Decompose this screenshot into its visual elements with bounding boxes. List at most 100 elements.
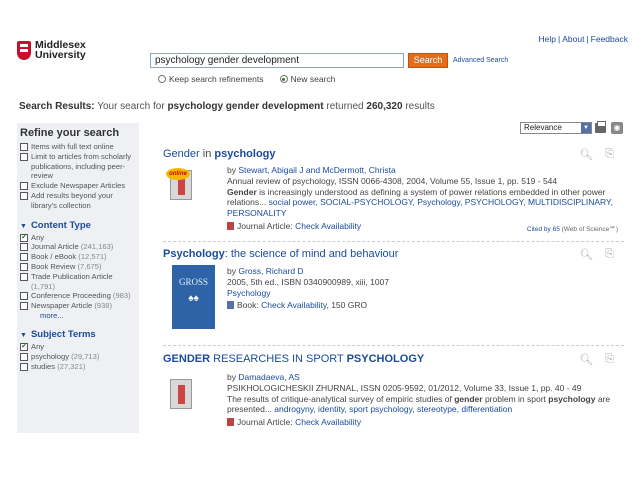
result-subjects[interactable]: androgyny, identity, sport psychology, s… (274, 404, 512, 414)
new-search-radio[interactable]: New search (279, 74, 335, 84)
save-item-icon[interactable]: ⎘ (605, 353, 614, 366)
journal-article-icon (227, 221, 234, 230)
checkbox-icon[interactable] (20, 253, 28, 262)
refine-label: Exclude Newspaper Articles (31, 181, 126, 191)
keep-refinements-radio[interactable]: Keep search refinements (158, 74, 264, 84)
subject-term-option[interactable]: psychology (29,713) (20, 352, 136, 362)
figures-icon: ♠♠ (188, 293, 199, 304)
article-thumbnail (170, 379, 192, 409)
rss-icon[interactable]: ◉ (611, 122, 623, 134)
checkbox-icon[interactable] (20, 191, 28, 200)
content-type-count: (241,163) (80, 242, 114, 252)
subject-term-option[interactable]: studies (27,321) (20, 362, 136, 372)
university-logo[interactable]: Middlesex University (17, 40, 86, 60)
checkbox-icon[interactable] (20, 152, 28, 161)
subject-terms-heading[interactable]: ▼ Subject Terms (20, 329, 136, 340)
logo-line2: University (35, 49, 86, 61)
content-type-option[interactable]: Trade Publication Article (1,791) (20, 272, 136, 292)
refine-option[interactable]: Exclude Newspaper Articles (20, 181, 136, 191)
refine-label: Items with full text online (31, 142, 114, 151)
content-type-label: Journal Article (31, 242, 79, 252)
online-badge: online (166, 168, 190, 180)
content-type-label: Book Review (31, 261, 76, 271)
checkbox-icon[interactable] (20, 243, 28, 252)
result-item: GENDER RESEARCHES IN SPORT PSYCHOLOGY 🔍︎… (163, 353, 624, 431)
checkbox-icon[interactable] (20, 272, 28, 281)
result-authors[interactable]: Stewart, Abigail J and McDermott, Christ… (238, 165, 395, 175)
result-title[interactable]: Gender in psychology (163, 148, 624, 160)
check-availability-link[interactable]: Check Availability (295, 417, 361, 427)
content-type-option[interactable]: Any (20, 232, 136, 243)
content-type-label: Newspaper Article (31, 301, 93, 311)
help-link[interactable]: Help (539, 34, 556, 44)
refine-label: Add results beyond your library's collec… (31, 190, 113, 210)
content-type-count: (1,791) (31, 281, 56, 291)
refine-option[interactable]: Items with full text online (20, 142, 136, 152)
content-type-heading[interactable]: ▼ Content Type (20, 220, 136, 231)
checkbox-icon[interactable] (20, 143, 28, 151)
search-input[interactable]: psychology gender development (150, 53, 404, 68)
subject-term-label: psychology (31, 351, 69, 361)
result-authors[interactable]: Gross, Richard D (238, 266, 303, 276)
refine-sidebar: Refine your search Items with full text … (17, 123, 139, 433)
advanced-search-link[interactable]: Advanced Search (453, 57, 508, 64)
result-source: PSIKHOLOGICHESKII ZHURNAL, ISSN 0205-959… (227, 382, 582, 393)
check-availability-link[interactable]: Check Availability (261, 300, 326, 310)
content-type-option[interactable]: Newspaper Article (938) (20, 301, 136, 311)
content-type-label: Conference Proceeding (31, 291, 111, 301)
checkbox-checked-icon[interactable] (20, 232, 28, 242)
subject-term-label: studies (31, 361, 56, 371)
sort-select[interactable]: Relevance ▼ (520, 122, 592, 134)
result-title[interactable]: GENDER RESEARCHES IN SPORT PSYCHOLOGY (163, 353, 624, 365)
checkbox-checked-icon[interactable] (20, 341, 28, 351)
subject-term-option[interactable]: Any (20, 341, 136, 352)
result-subject[interactable]: Psychology (227, 288, 619, 299)
checkbox-icon[interactable] (20, 262, 28, 271)
content-type-option[interactable]: Conference Proceeding (983) (20, 291, 136, 301)
content-type-count: (938) (94, 301, 113, 311)
result-title[interactable]: Psychology: the science of mind and beha… (163, 248, 624, 260)
about-link[interactable]: About (562, 34, 584, 44)
content-type-option[interactable]: Journal Article (241,163) (20, 242, 136, 252)
result-subjects[interactable]: social power, SOCIAL-PSYCHOLOGY, Psychol… (227, 197, 613, 218)
checkbox-icon[interactable] (20, 352, 28, 361)
checkbox-icon[interactable] (20, 302, 28, 311)
check-availability-link[interactable]: Check Availability (295, 221, 361, 231)
result-item: Psychology: the science of mind and beha… (163, 248, 624, 346)
checkbox-icon[interactable] (20, 292, 28, 301)
magnifier-icon[interactable]: 🔍︎ (579, 148, 593, 161)
search-mode-radios: Keep search refinements New search (158, 74, 335, 84)
print-icon[interactable] (595, 121, 606, 133)
save-item-icon[interactable]: ⎘ (605, 248, 614, 261)
chevron-down-icon: ▼ (581, 123, 591, 133)
refine-option[interactable]: Limit to articles from scholarly publica… (20, 152, 136, 181)
checkbox-icon[interactable] (20, 362, 28, 371)
content-type-count: (983) (112, 291, 131, 301)
content-type-label: Any (31, 232, 45, 242)
content-type-option[interactable]: Book / eBook (12,571) (20, 252, 136, 262)
subject-term-label: Any (31, 341, 45, 351)
results-heading: Search Results: Your search for psycholo… (19, 101, 435, 112)
result-authors[interactable]: Damadaeva, AS (238, 372, 299, 382)
content-type-label: Trade Publication Article (31, 271, 113, 281)
content-type-option[interactable]: Book Review (7,675) (20, 262, 136, 272)
book-icon (227, 301, 234, 310)
magnifier-icon[interactable]: 🔍︎ (579, 248, 593, 261)
cited-by[interactable]: Cited by 65 (Web of Science℠) (527, 225, 618, 233)
result-snippet: Gender is increasingly understood as def… (227, 186, 613, 219)
save-item-icon[interactable]: ⎘ (605, 148, 614, 161)
magnifier-icon[interactable]: 🔍︎ (579, 353, 593, 366)
search-button[interactable]: Search (408, 53, 448, 68)
checkbox-icon[interactable] (20, 182, 28, 191)
result-item: Gender in psychology 🔍︎ ⎘ online by Stewa… (163, 148, 624, 242)
result-source: 2005, 5th ed., ISBN 0340900989, xiii, 10… (227, 276, 390, 287)
subject-term-count: (27,321) (57, 361, 86, 371)
radio-selected-icon (279, 75, 288, 83)
refine-option[interactable]: Add results beyond your library's collec… (20, 191, 136, 211)
top-links: Help | About | Feedback (538, 34, 628, 44)
feedback-link[interactable]: Feedback (591, 34, 628, 44)
content-type-count: (7,675) (77, 261, 102, 271)
result-snippet: The results of critique-analytical surve… (227, 393, 611, 415)
content-type-more-link[interactable]: more... (40, 311, 136, 320)
subject-term-count: (29,713) (71, 351, 100, 361)
